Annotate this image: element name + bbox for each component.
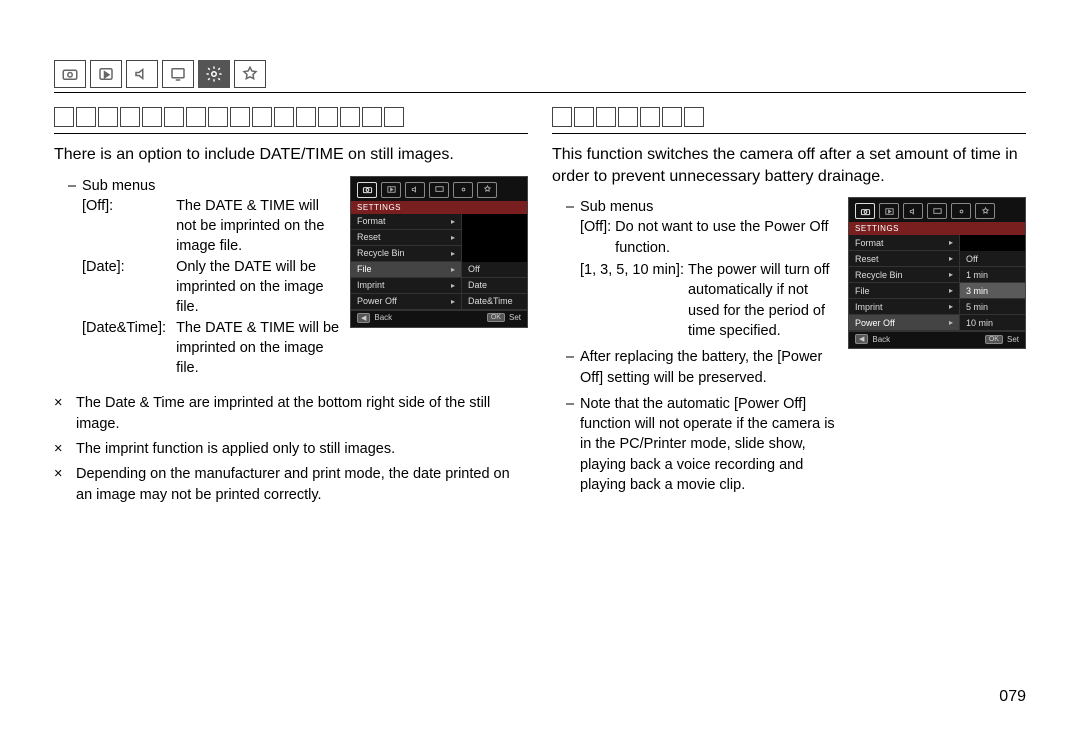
cam-option: Date&Time bbox=[462, 294, 527, 310]
right-note: Note that the automatic [Power Off] func… bbox=[580, 394, 838, 495]
cam-option: 5 min bbox=[960, 299, 1025, 315]
tab-play-icon bbox=[90, 60, 122, 88]
left-off-val: The DATE & TIME will not be imprinted on… bbox=[176, 196, 340, 257]
cam-set: OKSet bbox=[487, 313, 521, 323]
left-dt-val: The DATE & TIME will be imprinted on the… bbox=[176, 318, 340, 379]
header-rule bbox=[54, 92, 1026, 93]
left-date-key: [Date]: bbox=[82, 257, 176, 318]
cam-menu-item: Recycle Bin▸ bbox=[351, 246, 461, 262]
cam-back: ◀Back bbox=[855, 334, 890, 344]
tab-display-icon bbox=[162, 60, 194, 88]
right-submenus-label: Sub menus bbox=[580, 197, 653, 217]
cam-option: 1 min bbox=[960, 267, 1025, 283]
cam-option: 10 min bbox=[960, 315, 1025, 331]
cam-menu-item: Format▸ bbox=[351, 214, 461, 230]
left-camera-menu: SETTINGS Format▸ Reset▸ Recycle Bin▸ Fil… bbox=[350, 176, 528, 328]
ci-sound-icon bbox=[405, 182, 425, 198]
cam-option: 3 min bbox=[960, 283, 1025, 299]
cam-menu-item: File▸ bbox=[351, 262, 461, 278]
ci-star-icon bbox=[975, 203, 995, 219]
cam-option: Off bbox=[462, 262, 527, 278]
left-intro: There is an option to include DATE/TIME … bbox=[54, 144, 528, 166]
left-off-key: [Off]: bbox=[82, 196, 176, 257]
cam-menu-item: Power Off▸ bbox=[351, 294, 461, 310]
tab-settings-icon bbox=[198, 60, 230, 88]
left-cam-title: SETTINGS bbox=[351, 201, 527, 214]
ci-display-icon bbox=[927, 203, 947, 219]
right-section-title bbox=[552, 107, 1026, 127]
ci-star-icon bbox=[477, 182, 497, 198]
right-after-battery: After replacing the battery, the [Power … bbox=[580, 347, 838, 388]
tab-star-icon bbox=[234, 60, 266, 88]
note-text: The Date & Time are imprinted at the bot… bbox=[76, 393, 528, 435]
right-off-key: [Off]: bbox=[580, 217, 611, 258]
right-times-val: The power will turn off automatically if… bbox=[688, 260, 838, 341]
right-section-rule bbox=[552, 133, 1026, 134]
cam-menu-item: File▸ bbox=[849, 283, 959, 299]
note-text: The imprint function is applied only to … bbox=[76, 439, 395, 460]
left-column: There is an option to include DATE/TIME … bbox=[54, 101, 528, 510]
left-submenus-label: Sub menus bbox=[82, 176, 155, 196]
right-cam-title: SETTINGS bbox=[849, 222, 1025, 235]
ci-camera-icon bbox=[855, 203, 875, 219]
left-notes: ×The Date & Time are imprinted at the bo… bbox=[54, 393, 528, 506]
cam-set: OKSet bbox=[985, 334, 1019, 344]
tab-sound-icon bbox=[126, 60, 158, 88]
right-off-val: Do not want to use the Power Off functio… bbox=[615, 217, 838, 258]
tab-camera-icon bbox=[54, 60, 86, 88]
right-camera-menu: SETTINGS Format▸ Reset▸ Recycle Bin▸ Fil… bbox=[848, 197, 1026, 349]
left-date-val: Only the DATE will be imprinted on the i… bbox=[176, 257, 340, 318]
left-section-title bbox=[54, 107, 528, 127]
cam-menu-item: Imprint▸ bbox=[849, 299, 959, 315]
page-number: 079 bbox=[999, 688, 1026, 706]
left-section-rule bbox=[54, 133, 528, 134]
ci-play-icon bbox=[879, 203, 899, 219]
cam-menu-item: Reset▸ bbox=[849, 251, 959, 267]
cam-option: Off bbox=[960, 251, 1025, 267]
ci-play-icon bbox=[381, 182, 401, 198]
cam-menu-item: Imprint▸ bbox=[351, 278, 461, 294]
ci-settings-icon bbox=[951, 203, 971, 219]
cam-option: Date bbox=[462, 278, 527, 294]
cam-menu-item: Power Off▸ bbox=[849, 315, 959, 331]
right-column: This function switches the camera off af… bbox=[552, 101, 1026, 510]
right-intro: This function switches the camera off af… bbox=[552, 144, 1026, 187]
left-dt-key: [Date&Time]: bbox=[82, 318, 176, 379]
ci-settings-icon bbox=[453, 182, 473, 198]
ci-display-icon bbox=[429, 182, 449, 198]
cam-back: ◀Back bbox=[357, 313, 392, 323]
header-tabs bbox=[54, 60, 1026, 88]
note-text: Depending on the manufacturer and print … bbox=[76, 464, 528, 506]
ci-sound-icon bbox=[903, 203, 923, 219]
cam-menu-item: Format▸ bbox=[849, 235, 959, 251]
cam-menu-item: Recycle Bin▸ bbox=[849, 267, 959, 283]
right-times-key: [1, 3, 5, 10 min]: bbox=[580, 260, 684, 341]
cam-menu-item: Reset▸ bbox=[351, 230, 461, 246]
ci-camera-icon bbox=[357, 182, 377, 198]
